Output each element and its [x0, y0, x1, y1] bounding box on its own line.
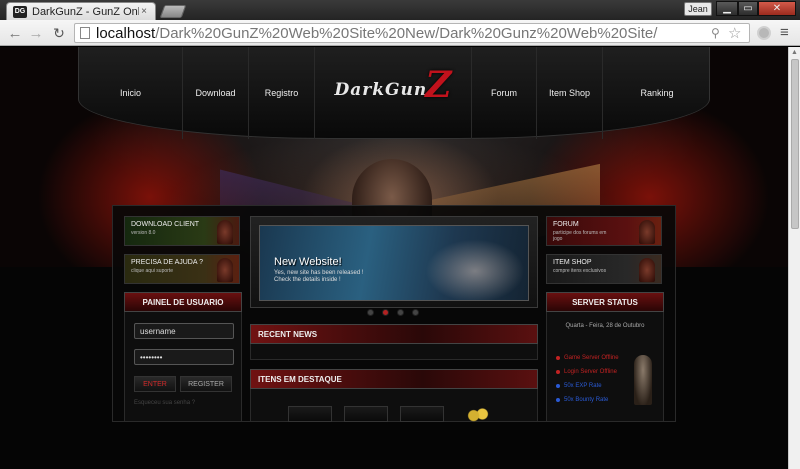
nav-link-forum[interactable]: Forum [471, 47, 537, 139]
logo-text: DarkGun [334, 80, 428, 100]
recent-news-header: RECENT NEWS [250, 324, 538, 344]
new-tab-button[interactable] [159, 5, 187, 18]
scrollbar-thumb[interactable] [791, 59, 799, 229]
reload-icon[interactable]: ↻ [50, 24, 68, 42]
status-line-login-server: Login Server Offline [556, 369, 617, 375]
status-line-game-server: Game Server Offline [556, 355, 619, 361]
forum-box[interactable]: FORUM participe dos forums em jogo [546, 216, 662, 246]
status-text: 50x EXP Rate [564, 383, 602, 389]
nav-link-download[interactable]: Download [183, 47, 249, 139]
news-slider: New Website! Yes, new site has been rele… [250, 216, 538, 308]
page-icon [80, 27, 90, 39]
server-date: Quarta - Feira, 28 de Outubro [565, 323, 645, 329]
address-bar[interactable]: localhost/Dark%20GunZ%20Web%20Site%20New… [74, 23, 750, 43]
url-path: /Dark%20GunZ%20Web%20Site%20New/Dark%20G… [155, 24, 658, 42]
slide-text-line1: Yes, new site has been released ! [274, 270, 364, 276]
status-dot-icon [556, 370, 560, 374]
extension-icon[interactable] [757, 26, 771, 40]
status-text: 50x Bounty Rate [564, 397, 609, 403]
browser-toolbar: ← → ↻ localhost/Dark%20GunZ%20Web%20Site… [0, 20, 800, 46]
download-character-icon [217, 220, 233, 244]
scroll-up-icon[interactable]: ▲ [791, 49, 798, 56]
status-text: Game Server Offline [564, 355, 619, 361]
password-input[interactable] [134, 349, 234, 365]
download-client-box[interactable]: DOWNLOAD CLIENT version 8.0 [124, 216, 240, 246]
nav-link-inicio[interactable]: Inicio [79, 47, 183, 139]
featured-item-3[interactable] [400, 406, 444, 422]
featured-item-2[interactable] [344, 406, 388, 422]
status-character-image [634, 355, 652, 405]
item-shop-character-icon [639, 258, 655, 282]
status-text: Login Server Offline [564, 369, 617, 375]
forward-arrow-icon[interactable]: → [27, 24, 45, 42]
slider-dot-1[interactable] [367, 309, 374, 316]
page-scrollbar[interactable]: ▲ [788, 47, 800, 469]
nav-link-ranking[interactable]: Ranking [603, 47, 711, 139]
help-box[interactable]: PRECISA DE AJUDA ? clique aqui suporte [124, 254, 240, 284]
browser-tab[interactable]: DG DarkGunZ - GunZ Online × [6, 2, 156, 20]
bookmark-star-icon[interactable]: ☆ [728, 24, 741, 42]
profile-user-badge[interactable]: Jean [684, 2, 712, 16]
user-panel-title: PAINEL DE USUARIO [124, 292, 242, 312]
featured-item-coins-icon[interactable] [456, 406, 500, 422]
window-maximize-icon[interactable]: ▭ [738, 1, 758, 16]
slider-dot-3[interactable] [397, 309, 404, 316]
window-minimize-icon[interactable]: ▁ [716, 1, 738, 16]
browser-tab-strip: DG DarkGunZ - GunZ Online × Jean ▁ ▭ ✕ [0, 0, 800, 20]
window-close-icon[interactable]: ✕ [758, 1, 796, 16]
search-icon[interactable]: ⚲ [711, 26, 720, 40]
slider-dot-2[interactable] [382, 309, 389, 316]
username-input[interactable] [134, 323, 234, 339]
server-status-title: SERVER STATUS [546, 292, 664, 312]
browser-menu-icon[interactable]: ≡ [780, 24, 789, 41]
item-shop-box[interactable]: ITEM SHOP compre itens exclusivos [546, 254, 662, 284]
back-arrow-icon[interactable]: ← [6, 24, 24, 42]
featured-item-1[interactable] [288, 406, 332, 422]
enter-button[interactable]: ENTER [134, 376, 176, 392]
tab-close-icon[interactable]: × [139, 6, 149, 17]
slide-title: New Website! [274, 256, 342, 268]
site-logo[interactable]: DarkGun Z [315, 64, 471, 115]
tab-title: DarkGunZ - GunZ Online [32, 5, 139, 18]
nav-link-item-shop[interactable]: Item Shop [537, 47, 603, 139]
recent-news-list [250, 344, 538, 360]
help-character-icon [217, 258, 233, 282]
status-line-exp-rate: 50x EXP Rate [556, 383, 602, 389]
featured-items-header: ITENS EM DESTAQUE [250, 369, 538, 389]
forum-character-icon [639, 220, 655, 244]
site-favicon-icon: DG [13, 5, 27, 18]
slide-image[interactable]: New Website! Yes, new site has been rele… [259, 225, 529, 301]
logo-accent: Z [425, 64, 452, 106]
nav-link-registro[interactable]: Registro [249, 47, 315, 139]
url-host: localhost [96, 24, 156, 42]
status-dot-icon [556, 384, 560, 388]
status-dot-icon [556, 356, 560, 360]
site-top-navigation: Inicio Download Registro DarkGun Z Forum … [78, 47, 710, 139]
forgot-password-link[interactable]: Esqueceu sua senha ? [134, 400, 195, 406]
slider-dot-4[interactable] [412, 309, 419, 316]
slide-text-line2: Check the details inside ! [274, 277, 341, 283]
register-button[interactable]: REGISTER [180, 376, 232, 392]
status-dot-icon [556, 398, 560, 402]
status-line-bounty-rate: 50x Bounty Rate [556, 397, 608, 403]
